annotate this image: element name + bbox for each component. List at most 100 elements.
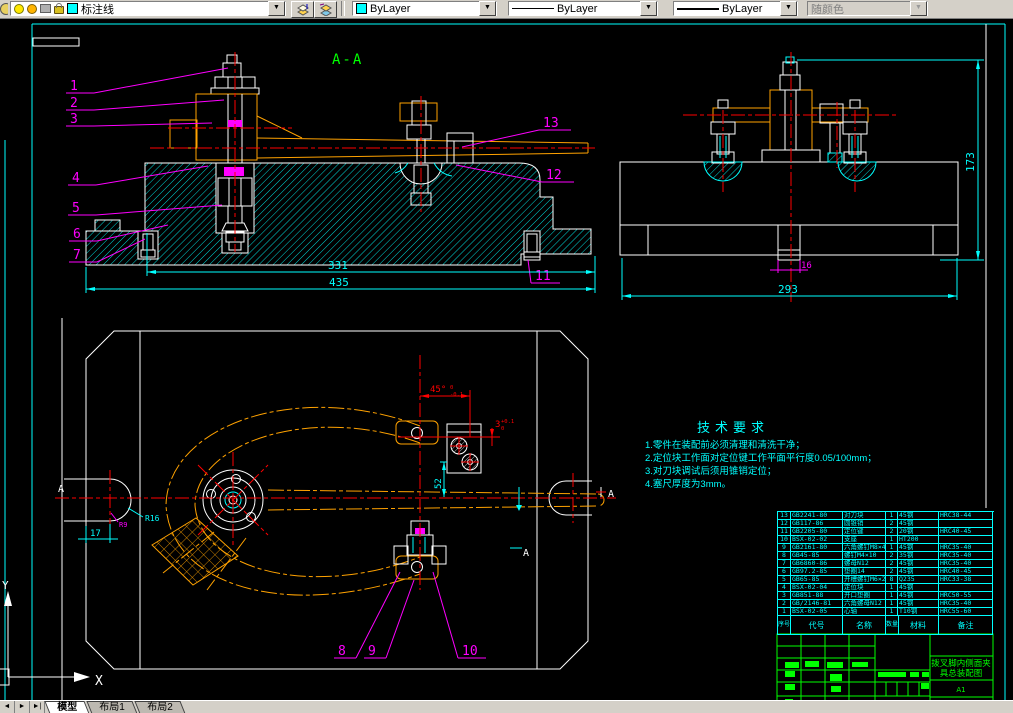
linetype-control-dropdown[interactable]: ByLayer ▼ <box>508 1 658 16</box>
balloon-8: 8 <box>338 644 346 659</box>
dim-331: 331 <box>328 259 348 272</box>
table-cell-qty: 1 <box>886 544 898 552</box>
table-cell-name: 螺母N12 <box>843 560 886 568</box>
table-cell-note <box>939 520 993 528</box>
color-dropdown-arrow[interactable]: ▼ <box>479 1 496 16</box>
table-cell-name: 对刀块 <box>843 512 886 520</box>
side-view <box>620 57 958 260</box>
layer-color-swatch <box>67 3 78 14</box>
table-cell-mat: 35钢 <box>898 552 939 560</box>
tech-item: 4.塞尺厚度为3mm。 <box>645 478 985 491</box>
table-cell-mat: T10钢 <box>898 608 939 616</box>
header-no: 序号 <box>778 616 791 635</box>
table-row: 1BSX-02-05心轴1T10钢HRC55-60 <box>778 608 994 616</box>
balloon-leaders-plan: 8 9 10 <box>334 572 486 659</box>
tab-layout2[interactable]: 布局2 <box>134 701 185 713</box>
svg-text:+0.1: +0.1 <box>501 419 514 425</box>
table-cell-qty: 1 <box>886 584 898 592</box>
layer-control-dropdown[interactable]: 标注线 ▼ <box>10 1 286 16</box>
partial-box <box>33 38 79 46</box>
table-cell-qty: 1 <box>886 536 898 544</box>
plotstyle-dropdown-arrow: ▼ <box>910 1 927 16</box>
tech-item: 1.零件在装配前必须清理和清洗干净； <box>645 439 985 452</box>
table-cell-code: GB2241-80 <box>791 512 843 520</box>
svg-text:A: A <box>523 548 529 559</box>
table-cell-code: GB117-86 <box>791 520 843 528</box>
lineweight-control-dropdown[interactable]: ByLayer ▼ <box>673 1 798 16</box>
plan-view <box>64 331 604 669</box>
table-cell-qty: 1 <box>886 608 898 616</box>
table-cell-qty: 8 <box>886 576 898 584</box>
table-cell-mat: Q235 <box>898 576 939 584</box>
section-markers: A A A <box>58 484 614 559</box>
table-cell-note: HRC38-44 <box>939 512 993 520</box>
tab-nav-last[interactable]: ►| <box>30 701 45 713</box>
linetype-dropdown-arrow[interactable]: ▼ <box>640 1 657 16</box>
balloon-4: 4 <box>72 171 80 186</box>
table-cell-name: 螺钉M4×10 <box>843 552 886 560</box>
table-cell-note: HRC35-40 <box>939 560 993 568</box>
clipped-toolbar-button[interactable] <box>0 1 8 16</box>
layer-previous-button[interactable] <box>314 1 337 18</box>
balloon-5: 5 <box>72 201 80 216</box>
table-cell-name: 定位键 <box>843 528 886 536</box>
table-cell-mat: 45钢 <box>898 560 939 568</box>
table-cell-mat: 45钢 <box>898 520 939 528</box>
tab-layout1[interactable]: 布局1 <box>86 701 137 713</box>
layer-on-icon[interactable] <box>14 4 24 14</box>
layer-plot-icon[interactable] <box>40 4 51 13</box>
autocad-window: A-A 1 2 3 4 5 6 7 13 12 11 331 435 <box>0 0 1013 713</box>
table-row: 5GB65-85开槽螺钉M6×208Q235HRC33-38 <box>778 576 994 584</box>
layer-lock-icon[interactable] <box>54 6 64 14</box>
table-cell-qty: 2 <box>886 568 898 576</box>
balloon-13: 13 <box>543 116 559 131</box>
technical-requirements: 技术要求 1.零件在装配前必须清理和清洗干净； 2.定位块工作面对定位键工作平面… <box>645 417 985 491</box>
lineweight-dropdown-arrow[interactable]: ▼ <box>780 1 797 16</box>
make-object-layer-current-button[interactable] <box>291 1 314 18</box>
lineweight-value: ByLayer <box>722 3 762 15</box>
table-cell-no: 11 <box>778 528 791 536</box>
layout-tab-bar: ◄ ► ►| 模型 布局1 布局2 <box>0 700 1013 713</box>
table-row: 12GB117-86圆锥销245钢 <box>778 520 994 528</box>
table-cell-code: BSX-02-02 <box>791 536 843 544</box>
tab-nav-first[interactable]: ◄ <box>0 701 15 713</box>
svg-text:-0.1: -0.1 <box>450 392 463 398</box>
parts-list-table: 13GB2241-80对刀块145钢HRC38-4412GB117-86圆锥销2… <box>777 511 994 635</box>
layer-name: 标注线 <box>81 1 114 17</box>
table-cell-code: GB/2146-81 <box>791 600 843 608</box>
tab-nav-next[interactable]: ► <box>15 701 30 713</box>
table-row: 11GB2205-80定位键220钢HRC40-45 <box>778 528 994 536</box>
table-cell-name: 圆锥销 <box>843 520 886 528</box>
tech-title: 技术要求 <box>697 417 985 436</box>
lineweight-sample-icon <box>677 8 719 10</box>
dim-173: 173 <box>964 152 977 172</box>
table-row: 3GB851-88开口垫圈145钢HRC50-55 <box>778 592 994 600</box>
table-cell-name: 开口垫圈 <box>843 592 886 600</box>
balloon-7: 7 <box>73 248 81 263</box>
table-cell-no: 13 <box>778 512 791 520</box>
tech-item: 3.对刀块调试后须用锥销定位； <box>645 465 985 478</box>
plan-centerlines <box>55 355 616 590</box>
table-cell-code: GB2161-80 <box>791 544 843 552</box>
color-value: ByLayer <box>370 3 410 15</box>
table-row: 7GB6860-86螺母N12245钢HRC35-40 <box>778 560 994 568</box>
layers-back-icon <box>318 3 334 16</box>
dim-r16: R16 <box>145 514 160 523</box>
layer-freeze-icon[interactable] <box>27 4 37 14</box>
table-cell-no: 5 <box>778 576 791 584</box>
balloon-10: 10 <box>462 644 478 659</box>
layer-dropdown-arrow[interactable]: ▼ <box>268 1 285 16</box>
table-cell-no: 4 <box>778 584 791 592</box>
tab-model[interactable]: 模型 <box>44 701 89 713</box>
header-name: 名称 <box>843 616 886 635</box>
color-control-dropdown[interactable]: ByLayer ▼ <box>352 1 497 16</box>
table-cell-mat: 45钢 <box>898 592 939 600</box>
dim-293: 293 <box>778 283 798 296</box>
balloon-3: 3 <box>70 112 78 127</box>
current-color-swatch <box>356 3 367 14</box>
plotstyle-value: 随颜色 <box>811 1 844 17</box>
table-cell-no: 6 <box>778 568 791 576</box>
table-cell-note: HRC35-40 <box>939 552 993 560</box>
parts-list-header: 序号 代号 名称 数量 材料 备注 <box>778 616 994 635</box>
dim-17: 17 <box>90 529 101 539</box>
